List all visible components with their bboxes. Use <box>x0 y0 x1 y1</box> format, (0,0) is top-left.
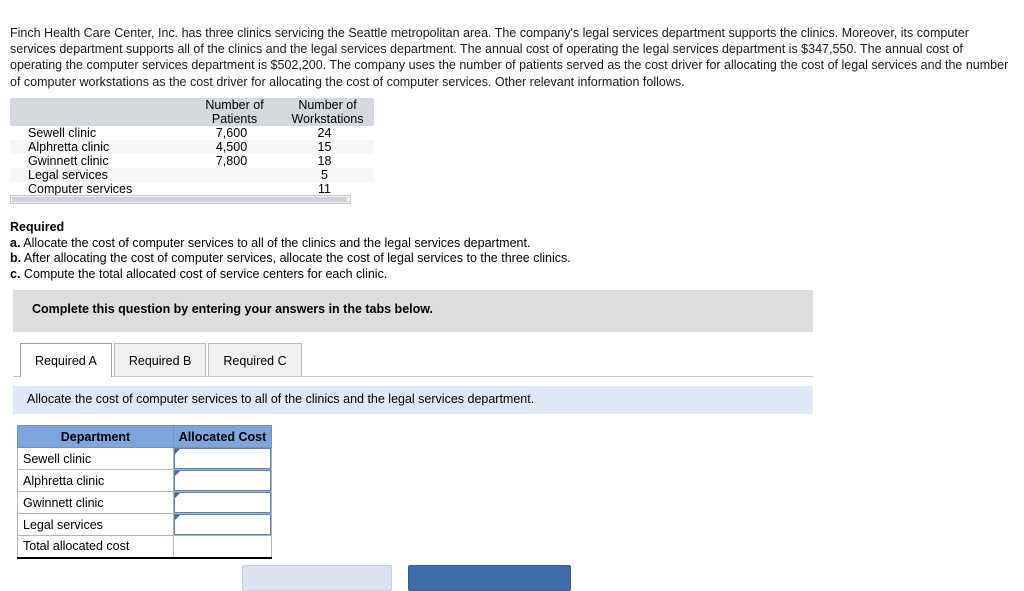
required-text-c: Compute the total allocated cost of serv… <box>23 266 388 281</box>
cell-corner-marker-icon <box>175 449 180 454</box>
data-row-workstations: 18 <box>281 154 374 168</box>
table-row: Sewell clinic 7,600 24 <box>10 126 374 140</box>
cell-corner-marker-icon <box>175 515 180 520</box>
data-row-patients: 4,500 <box>188 140 281 154</box>
required-text-b: After allocating the cost of computer se… <box>23 251 571 265</box>
required-marker-a: a. <box>10 235 21 250</box>
data-header-patients-line2: Patients <box>211 112 258 126</box>
data-header-blank <box>10 98 188 126</box>
table-row: Alphretta clinic 4,500 15 <box>10 140 374 154</box>
data-row-label: Gwinnett clinic <box>10 154 188 168</box>
table-row: Sewell clinic <box>17 447 272 470</box>
answer-input-cell-sewell[interactable] <box>173 447 272 470</box>
data-row-patients: 7,800 <box>188 154 281 168</box>
tab-required-b-label: Required B <box>128 353 192 368</box>
data-row-patients <box>188 168 281 182</box>
data-row-label: Alphretta clinic <box>10 140 188 154</box>
previous-button[interactable] <box>242 565 392 591</box>
complete-question-banner: Complete this question by entering your … <box>13 290 813 332</box>
table-row: Legal services <box>17 513 272 536</box>
answer-row-label-gwinnett: Gwinnett clinic <box>17 491 174 514</box>
required-item-c: c. Compute the total allocated cost of s… <box>10 267 910 283</box>
answer-input-cell-gwinnett[interactable] <box>173 491 272 514</box>
data-row-workstations: 11 <box>281 182 374 196</box>
answer-header-department: Department <box>17 425 174 448</box>
answer-total-cell <box>173 535 272 559</box>
allocated-cost-input-legal[interactable] <box>174 514 271 535</box>
data-header-workstations: Number of Workstations <box>281 98 374 126</box>
answer-row-label-sewell: Sewell clinic <box>17 447 174 470</box>
given-data-table: Number of Patients Number of Workstation… <box>10 98 374 197</box>
required-marker-b: b. <box>10 251 22 265</box>
data-header-patients-line1: Number of <box>205 98 264 112</box>
table-row: Alphretta clinic <box>17 469 272 492</box>
problem-statement: Finch Health Care Center, Inc. has three… <box>10 26 1009 89</box>
cell-corner-marker-icon <box>175 471 180 476</box>
answer-row-label-alphretta: Alphretta clinic <box>17 469 174 492</box>
required-marker-c: c. <box>10 266 21 281</box>
requirement-instruction-bar: Allocate the cost of computer services t… <box>13 386 813 414</box>
required-heading: Required <box>10 220 65 234</box>
tabs-baseline <box>13 376 813 377</box>
data-row-label: Legal services <box>10 168 188 182</box>
answer-row-label-total: Total allocated cost <box>17 535 174 559</box>
data-header-patients: Number of Patients <box>188 98 281 126</box>
cell-corner-marker-icon <box>175 493 180 498</box>
required-item-b: b. After allocating the cost of computer… <box>10 251 910 267</box>
allocated-cost-input-alphretta[interactable] <box>174 470 271 491</box>
tab-required-b[interactable]: Required B <box>113 343 207 377</box>
table-row: Computer services 11 <box>10 182 374 196</box>
required-block: Required a. Allocate the cost of compute… <box>10 220 910 282</box>
table-row: Gwinnett clinic <box>17 491 272 514</box>
allocated-cost-input-sewell[interactable] <box>174 448 271 469</box>
scrollbar-thumb[interactable] <box>12 197 347 202</box>
data-table-header-row: Number of Patients Number of Workstation… <box>10 98 374 126</box>
active-tab-baseline-gap <box>21 376 103 377</box>
answer-table: Department Allocated Cost Sewell clinic … <box>17 425 272 559</box>
data-row-workstations: 15 <box>281 140 374 154</box>
next-button[interactable] <box>408 565 571 591</box>
tab-required-a[interactable]: Required A <box>20 343 112 377</box>
answer-header-allocated-cost: Allocated Cost <box>173 425 272 448</box>
allocated-cost-input-gwinnett[interactable] <box>174 492 271 513</box>
answer-input-cell-alphretta[interactable] <box>173 469 272 492</box>
data-row-patients: 7,600 <box>188 126 281 140</box>
tab-required-c-label: Required C <box>223 353 287 368</box>
data-row-label: Computer services <box>10 182 188 196</box>
answer-row-label-legal: Legal services <box>17 513 174 536</box>
table-row: Total allocated cost <box>17 535 272 559</box>
tab-required-a-label: Required A <box>35 353 97 368</box>
table-row: Legal services 5 <box>10 168 374 182</box>
required-text-a: Allocate the cost of computer services t… <box>23 235 531 250</box>
data-row-workstations: 24 <box>281 126 374 140</box>
data-row-label: Sewell clinic <box>10 126 188 140</box>
answer-input-cell-legal[interactable] <box>173 513 272 536</box>
table-row: Gwinnett clinic 7,800 18 <box>10 154 374 168</box>
complete-question-text: Complete this question by entering your … <box>32 302 433 316</box>
requirement-tabs: Required A Required B Required C <box>20 343 304 377</box>
data-header-workstations-line1: Number of <box>298 98 357 112</box>
data-row-patients <box>188 182 281 196</box>
required-item-a: a. Allocate the cost of computer service… <box>10 236 910 252</box>
requirement-instruction-text: Allocate the cost of computer services t… <box>27 392 535 406</box>
data-row-workstations: 5 <box>281 168 374 182</box>
data-table-horizontal-scrollbar[interactable] <box>10 195 351 204</box>
data-header-workstations-line2: Workstations <box>291 112 364 126</box>
tab-required-c[interactable]: Required C <box>208 343 302 377</box>
answer-header-row: Department Allocated Cost <box>17 425 272 448</box>
